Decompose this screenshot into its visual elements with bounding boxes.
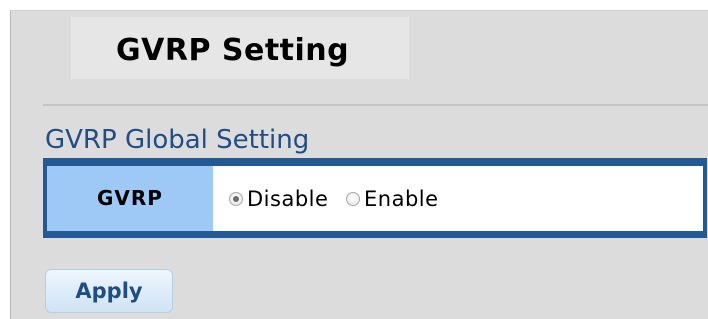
content-panel: GVRP Setting GVRP Global Setting GVRP Di… xyxy=(10,10,708,319)
apply-button[interactable]: Apply xyxy=(45,269,173,313)
enable-radio[interactable] xyxy=(346,191,360,206)
gvrp-label: GVRP xyxy=(97,186,163,210)
section-title: GVRP Global Setting xyxy=(45,125,310,155)
disable-option[interactable]: Disable xyxy=(229,166,328,231)
gvrp-label-cell: GVRP xyxy=(47,166,213,231)
enable-label: Enable xyxy=(364,186,439,211)
page-title: GVRP Setting xyxy=(116,33,350,68)
gvrp-value-cell: Disable Enable xyxy=(213,166,703,231)
enable-option[interactable]: Enable xyxy=(346,166,439,231)
disable-label: Disable xyxy=(247,186,329,211)
gvrp-setting-table: GVRP Disable Enable xyxy=(43,158,707,238)
divider xyxy=(43,104,708,106)
disable-radio[interactable] xyxy=(229,191,243,206)
